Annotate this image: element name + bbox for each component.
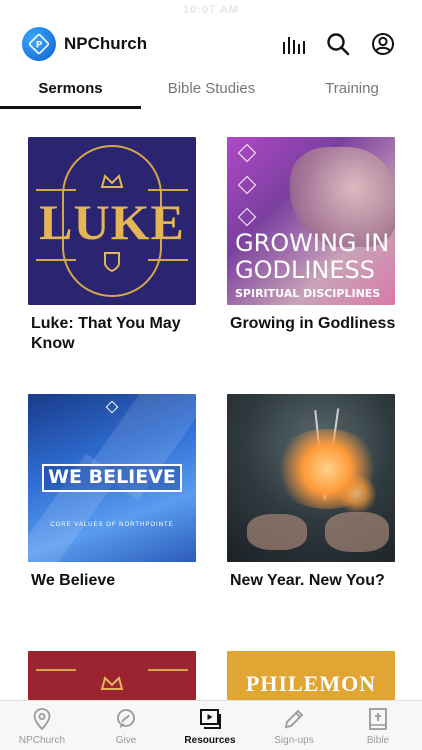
- thumbnail-text: GROWING IN: [235, 229, 390, 257]
- nav-label: Resources: [184, 735, 236, 746]
- app-title: NPChurch: [64, 34, 148, 53]
- tab-sermons[interactable]: Sermons: [0, 80, 141, 97]
- bottom-nav: NPChurch Give Resources Sign-ups Bible: [0, 700, 422, 750]
- pencil-icon: [284, 709, 304, 729]
- sermon-title[interactable]: Growing in Godliness: [230, 314, 400, 334]
- thumbnail-ornament: [148, 189, 188, 191]
- app-header: P NPChurch: [0, 24, 422, 62]
- thumbnail-text: GODLINESS: [235, 256, 376, 284]
- status-time: 10:07 AM: [183, 4, 239, 16]
- give-icon: [117, 709, 135, 728]
- thumbnail-ornament: [36, 259, 76, 261]
- thumbnail-text: LUKE: [39, 194, 185, 250]
- nav-label: Give: [115, 735, 137, 746]
- nav-label: Sign-ups: [274, 735, 314, 746]
- thumbnail-text: PHILEMON: [245, 671, 377, 696]
- nav-label: Bible: [366, 735, 390, 746]
- thumbnail-text: WE BELIEVE: [48, 466, 176, 488]
- media-play-icon: [200, 709, 221, 729]
- thumbnail-ornament: [36, 669, 76, 671]
- crown-icon: [100, 676, 124, 690]
- content-tabs: Sermons Bible Studies Training: [0, 74, 422, 110]
- equalizer-icon[interactable]: [281, 31, 307, 57]
- church-logo[interactable]: P: [22, 27, 56, 61]
- bible-icon: [369, 708, 387, 730]
- sparkler-glow: [337, 474, 377, 514]
- hand-silhouette: [247, 514, 307, 550]
- sermon-thumbnail[interactable]: WE BELIEVE CORE VALUES OF NORTHPOINTE: [28, 394, 196, 562]
- nav-item-npchurch[interactable]: NPChurch: [0, 707, 84, 746]
- thumbnail-ornament: [148, 259, 188, 261]
- sermon-thumbnail[interactable]: PHILEMON: [227, 651, 395, 700]
- location-pin-icon: [33, 708, 51, 731]
- sermon-thumbnail[interactable]: LUKE: [28, 137, 196, 305]
- nav-item-sign-ups[interactable]: Sign-ups: [252, 707, 336, 746]
- tab-bible-studies[interactable]: Bible Studies: [141, 80, 282, 97]
- nav-item-bible[interactable]: Bible: [336, 707, 420, 746]
- nav-item-resources[interactable]: Resources: [168, 707, 252, 746]
- thumbnail-ornament: [148, 669, 188, 671]
- sermon-title[interactable]: Luke: That You May Know: [31, 314, 201, 354]
- thumbnail-subtext: SPIRITUAL DISCIPLINES: [235, 287, 381, 300]
- sermon-title[interactable]: New Year. New You?: [230, 571, 400, 591]
- search-icon[interactable]: [325, 31, 351, 57]
- svg-text:P: P: [36, 41, 43, 51]
- sermon-thumbnail[interactable]: [227, 394, 395, 562]
- account-icon[interactable]: [370, 31, 396, 57]
- thumbnail-subtext: CORE VALUES OF NORTHPOINTE: [50, 522, 174, 528]
- logo-icon: P: [29, 34, 49, 54]
- crown-icon: [100, 174, 124, 188]
- active-tab-indicator: [0, 106, 141, 109]
- nav-item-give[interactable]: Give: [84, 707, 168, 746]
- sermon-title[interactable]: We Believe: [31, 571, 201, 591]
- logo-icon: [105, 400, 119, 414]
- shield-icon: [104, 252, 120, 273]
- sermon-thumbnail[interactable]: GROWING IN GODLINESS SPIRITUAL DISCIPLIN…: [227, 137, 395, 305]
- thumbnail-ornament: [237, 143, 257, 227]
- sermon-thumbnail[interactable]: [28, 651, 196, 700]
- thumbnail-ornament: [36, 189, 76, 191]
- hand-silhouette: [325, 512, 389, 552]
- tab-training[interactable]: Training: [282, 80, 422, 97]
- nav-label: NPChurch: [18, 735, 66, 746]
